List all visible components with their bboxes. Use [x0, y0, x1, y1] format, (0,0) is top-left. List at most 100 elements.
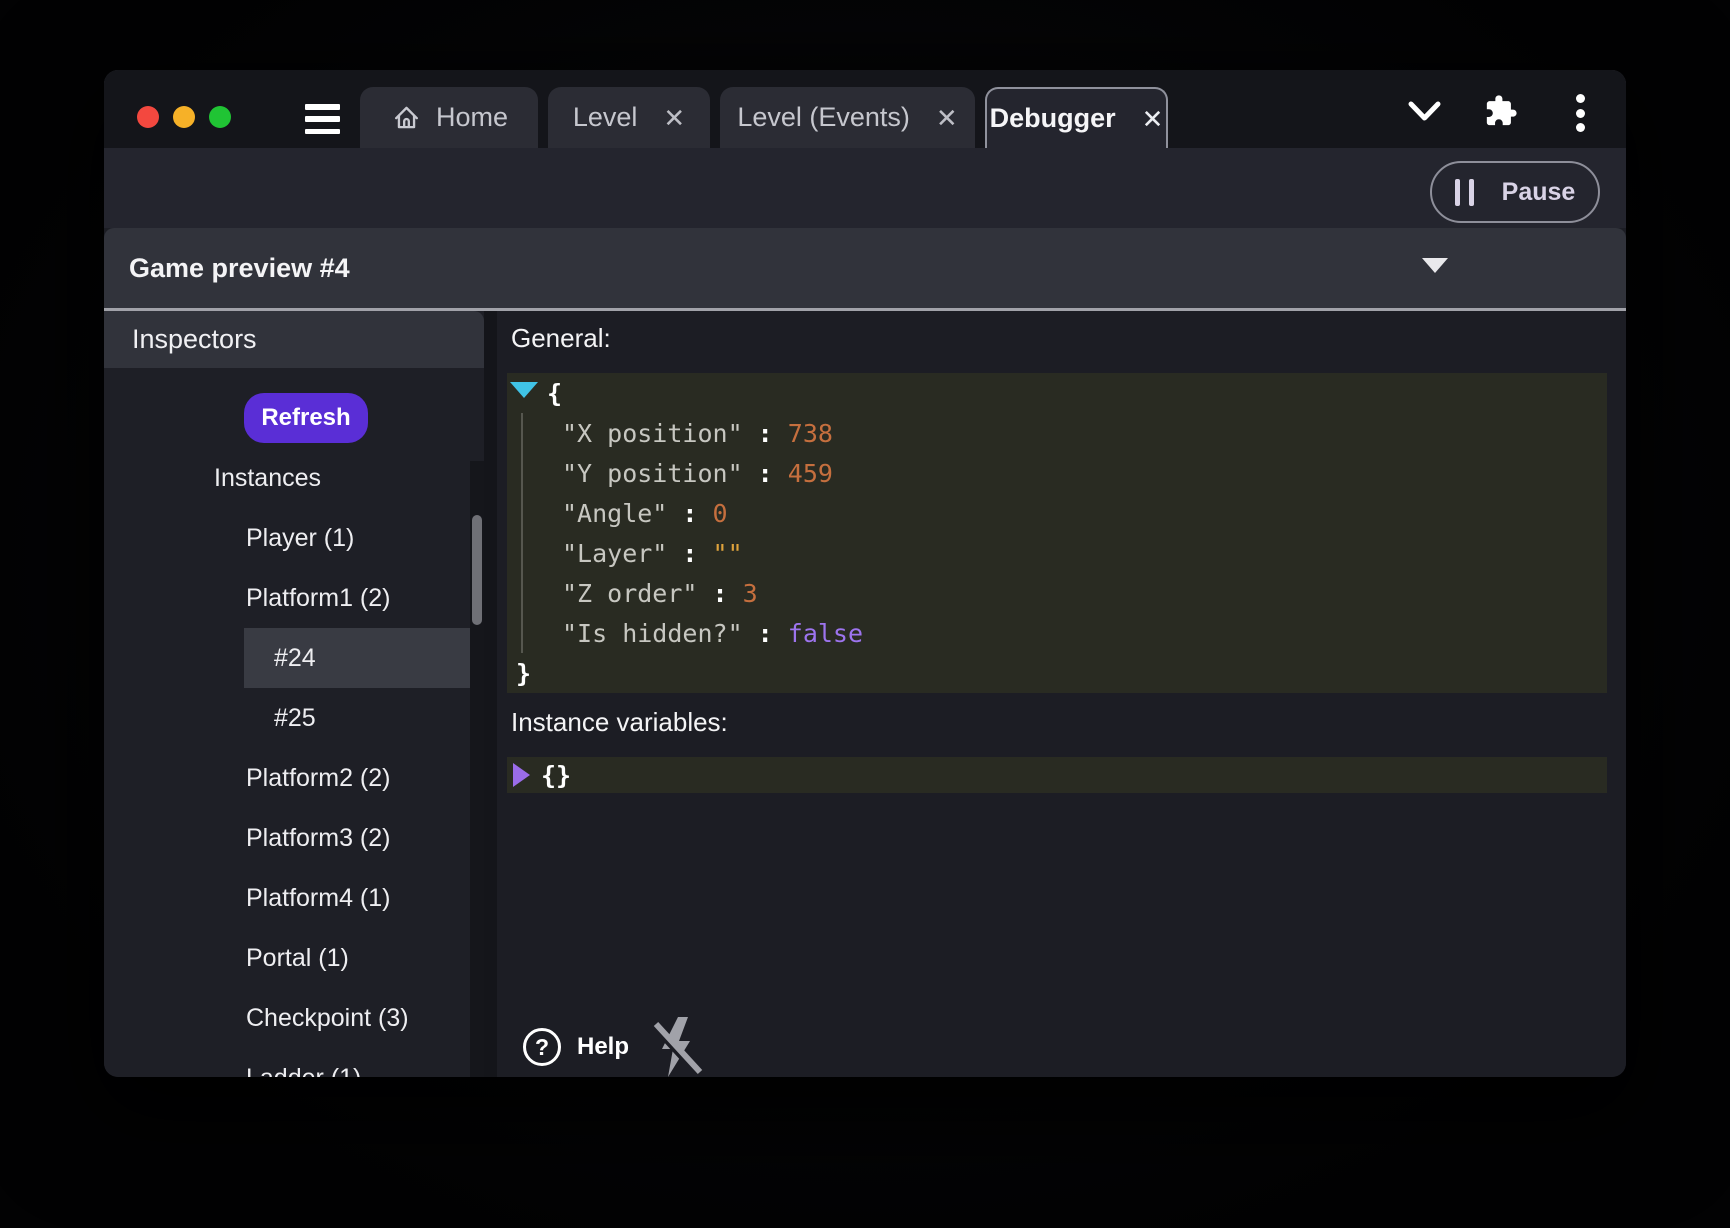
inspectors-header: Inspectors: [104, 311, 484, 368]
json-entry-layer: "Layer" : "": [507, 533, 1607, 573]
json-entry-angle: "Angle" : 0: [507, 493, 1607, 533]
tab-label: Level: [573, 102, 638, 133]
json-open-row: {: [507, 373, 1607, 413]
main-area: Inspectors Refresh Instances Player (1) Pl…: [104, 311, 1626, 1077]
tab-label: Debugger: [990, 103, 1116, 134]
tree-item-25[interactable]: #25: [104, 688, 484, 748]
inspector-content: General: {"X position" : 738"Y position"…: [497, 311, 1626, 1077]
tree-item-checkpoint-3[interactable]: Checkpoint (3): [104, 988, 484, 1048]
tree-item-portal-1[interactable]: Portal (1): [104, 928, 484, 988]
json-close-row: }: [507, 653, 1607, 693]
main-menu-icon[interactable]: [305, 104, 340, 134]
json-entry-is-hidden: "Is hidden?" : false: [507, 613, 1607, 653]
tab-close-icon[interactable]: ✕: [936, 105, 958, 131]
minimize-window-button[interactable]: [173, 106, 195, 128]
json-separator: :: [667, 539, 712, 568]
debugger-toolbar: Pause: [104, 148, 1626, 228]
instance-variables-label: Instance variables:: [511, 707, 728, 738]
close-brace: }: [516, 659, 531, 688]
pause-button-label: Pause: [1502, 178, 1576, 207]
sidebar-content-divider: [484, 311, 497, 1077]
tab-home[interactable]: Home: [360, 87, 538, 148]
tree-item-label: #25: [274, 704, 316, 733]
json-key: "Angle": [562, 499, 667, 528]
json-separator: :: [743, 619, 788, 648]
sidebar-scrollbar-track[interactable]: [470, 461, 484, 1077]
json-value: "": [713, 539, 743, 568]
tree-item-label: Platform1 (2): [246, 584, 390, 613]
inspectors-sidebar: Inspectors Refresh Instances Player (1) Pl…: [104, 311, 484, 1077]
json-key: "Z order": [562, 579, 697, 608]
refresh-button[interactable]: Refresh: [244, 393, 368, 443]
tree-item-label: Portal (1): [246, 944, 349, 973]
tree-item-label: Checkpoint (3): [246, 1004, 409, 1033]
tree-item-platform4-1[interactable]: Platform4 (1): [104, 868, 484, 928]
close-window-button[interactable]: [137, 106, 159, 128]
json-separator: :: [667, 499, 712, 528]
json-separator: :: [697, 579, 742, 608]
tree-item-platform3-2[interactable]: Platform3 (2): [104, 808, 484, 868]
extensions-icon[interactable]: [1484, 94, 1518, 128]
json-key: "Layer": [562, 539, 667, 568]
json-entry-y-position: "Y position" : 459: [507, 453, 1607, 493]
expand-icon[interactable]: [513, 763, 530, 787]
flash-off-icon[interactable]: [649, 1015, 707, 1077]
tab-label: Level (Events): [737, 102, 910, 133]
tree-item-label: Platform3 (2): [246, 824, 390, 853]
json-key: "Is hidden?": [562, 619, 743, 648]
game-preview-title: Game preview #4: [129, 228, 350, 308]
question-mark-icon: ?: [523, 1028, 561, 1066]
tree-item-label: Ladder (1): [246, 1064, 361, 1078]
tab-close-icon[interactable]: ✕: [1142, 106, 1164, 132]
pause-icon: [1455, 179, 1474, 206]
sidebar-scrollbar-thumb[interactable]: [472, 515, 482, 625]
tab-close-icon[interactable]: ✕: [663, 105, 685, 131]
tree-item-label: #24: [274, 644, 316, 673]
tab-strip: Home Level ✕ Level (Events) ✕ Debugger ✕: [360, 87, 1168, 148]
tree-item-label: Player (1): [246, 524, 354, 553]
help-button[interactable]: ? Help: [523, 1028, 629, 1066]
json-key: "Y position": [562, 459, 743, 488]
home-icon: [390, 101, 423, 134]
json-value: false: [788, 619, 863, 648]
json-entry-z-order: "Z order" : 3: [507, 573, 1607, 613]
variables-value: {}: [541, 757, 571, 793]
inspectors-header-label: Inspectors: [132, 324, 257, 355]
json-entry-x-position: "X position" : 738: [507, 413, 1607, 453]
maximize-window-button[interactable]: [209, 106, 231, 128]
caret-down-icon: [1422, 258, 1448, 273]
tab-level[interactable]: Level ✕: [548, 87, 710, 148]
tree-item-ladder-1[interactable]: Ladder (1): [104, 1048, 484, 1077]
tab-level-events[interactable]: Level (Events) ✕: [720, 87, 975, 148]
json-value: 0: [713, 499, 728, 528]
general-json-panel: {"X position" : 738"Y position" : 459"An…: [507, 373, 1607, 693]
window-controls: [137, 106, 231, 128]
tree-item-label: Platform4 (1): [246, 884, 390, 913]
json-separator: :: [743, 419, 788, 448]
help-row: ? Help: [523, 1016, 629, 1077]
tree-item-24[interactable]: #24: [104, 628, 484, 688]
tree-item-platform2-2[interactable]: Platform2 (2): [104, 748, 484, 808]
pause-button[interactable]: Pause: [1430, 161, 1600, 223]
json-value: 3: [743, 579, 758, 608]
collapse-icon[interactable]: [510, 382, 538, 398]
tree-item-platform1-2[interactable]: Platform1 (2): [104, 568, 484, 628]
tab-label: Home: [436, 102, 508, 133]
kebab-menu-icon[interactable]: [1575, 94, 1585, 132]
tree-item-instances[interactable]: Instances: [104, 448, 484, 508]
game-preview-selector[interactable]: Game preview #4: [104, 228, 1626, 308]
json-value: 738: [788, 419, 833, 448]
tree-item-label: Platform2 (2): [246, 764, 390, 793]
tree-item-label: Instances: [214, 464, 321, 493]
tab-debugger[interactable]: Debugger ✕: [985, 87, 1168, 148]
json-value: 459: [788, 459, 833, 488]
chevron-down-icon[interactable]: [1408, 101, 1441, 124]
app-window: Home Level ✕ Level (Events) ✕ Debugger ✕ Pause…: [104, 70, 1626, 1077]
tab-bar: Home Level ✕ Level (Events) ✕ Debugger ✕: [104, 70, 1626, 148]
variables-json-panel: {}: [507, 757, 1607, 793]
tree-item-player-1[interactable]: Player (1): [104, 508, 484, 568]
general-label: General:: [511, 323, 611, 354]
json-key: "X position": [562, 419, 743, 448]
help-button-label: Help: [577, 1033, 629, 1061]
json-separator: :: [743, 459, 788, 488]
